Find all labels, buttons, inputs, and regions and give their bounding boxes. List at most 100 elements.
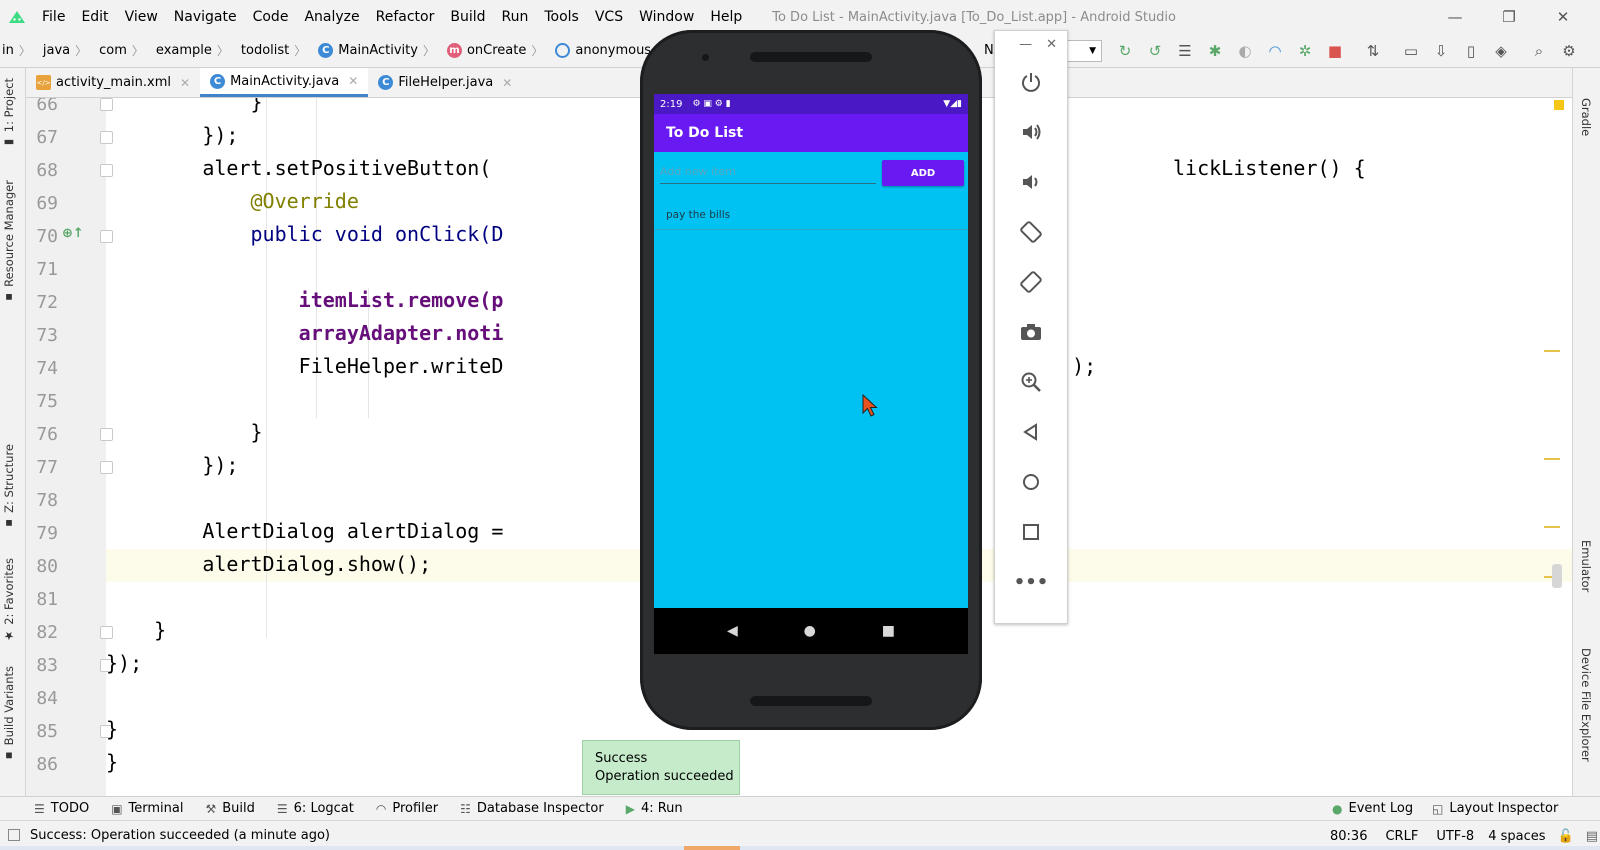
back-icon[interactable] [995,417,1067,447]
sync-project-icon[interactable]: ⇅ [1358,34,1388,68]
event-log-tool-window[interactable]: ● Event Log [1332,801,1413,816]
close-tab-icon[interactable]: ✕ [180,76,190,90]
menu-navigate[interactable]: Navigate [166,9,245,25]
emulator-tab[interactable]: Emulator [1579,540,1593,592]
menu-run[interactable]: Run [494,9,537,25]
file-encoding[interactable]: UTF-8 [1436,829,1474,844]
breadcrumb-separator-icon: 〉 [531,44,544,58]
profiler-tool-window[interactable]: ◠ Profiler [376,801,438,816]
inspection-status-icon[interactable] [1554,100,1564,110]
toggle-tool-windows-icon[interactable] [8,829,20,841]
memory-indicator-icon[interactable]: ▤ [1586,829,1598,844]
close-window-button[interactable]: ✕ [1536,0,1590,34]
tab-activity-main-xml[interactable]: </> activity_main.xml ✕ [26,68,200,97]
project-tab[interactable]: ▬ 1: Project [2,78,16,150]
line-separator[interactable]: CRLF [1385,829,1418,844]
layout-inspector-tool-window[interactable]: ◱ Layout Inspector [1432,801,1558,816]
breadcrumb-item-method[interactable]: m onCreate 〉 [441,42,549,59]
coverage-icon[interactable]: ◐ [1230,34,1260,68]
list-item[interactable]: pay the bills [654,200,968,230]
device-manager-icon[interactable]: ▯ [1456,34,1486,68]
resource-manager-tab[interactable]: ▪ Resource Manager [2,180,16,305]
favorites-tab[interactable]: ★ 2: Favorites [2,558,16,643]
breadcrumb-item[interactable]: java 〉 [37,42,93,59]
sdk-manager-icon[interactable]: ⇩ [1426,34,1456,68]
emulator-close-button[interactable]: ✕ [1046,37,1057,52]
android-overview-button[interactable]: ■ [882,623,895,639]
close-tab-icon[interactable]: ✕ [348,74,358,88]
apply-code-changes-icon[interactable]: ↺ [1140,34,1170,68]
search-icon[interactable]: ⌕ [1524,34,1554,68]
menu-window[interactable]: Window [631,9,702,25]
tab-main-activity-java[interactable]: C MainActivity.java ✕ [200,68,369,97]
breadcrumb-item[interactable]: in 〉 [0,42,37,59]
structure-label: Z: Structure [2,444,16,513]
status-message[interactable]: Success: Operation succeeded (a minute a… [30,828,330,843]
android-home-button[interactable]: ● [804,623,816,639]
rotate-left-icon[interactable] [995,217,1067,247]
minimize-button[interactable]: — [1428,0,1482,34]
success-notification[interactable]: Success Operation succeeded [582,740,740,795]
run-tool-window[interactable]: ▶ 4: Run [626,801,683,816]
rotate-right-icon[interactable] [995,267,1067,297]
window-title: To Do List - MainActivity.java [To_Do_Li… [772,9,1177,25]
tab-file-helper-java[interactable]: C FileHelper.java ✕ [368,68,522,97]
logcat-tool-window[interactable]: ☰ 6: Logcat [277,801,354,816]
volume-down-icon[interactable] [995,167,1067,197]
layout-validation-icon[interactable]: ◈ [1486,34,1516,68]
build-tool-window[interactable]: ⚒ Build [205,801,254,816]
lock-icon[interactable]: 🔓 [1558,829,1574,844]
run-list-icon[interactable]: ☰ [1170,34,1200,68]
phone-screen[interactable]: 2:19 ⚙ ▣ ⚙ ▮ ▼◢▮ To Do List ADD pay the … [654,94,968,654]
overview-icon[interactable] [995,517,1067,547]
indent-setting[interactable]: 4 spaces [1488,829,1545,844]
scroll-marker[interactable] [1544,458,1560,460]
menu-code[interactable]: Code [245,9,297,25]
breadcrumb-item-class[interactable]: C MainActivity 〉 [312,42,441,59]
menu-vcs[interactable]: VCS [587,9,631,25]
terminal-tool-window[interactable]: ▣ Terminal [111,801,183,816]
breadcrumb-item[interactable]: example 〉 [150,42,235,59]
emulator-minimize-button[interactable]: — [1019,37,1032,52]
gradle-tab[interactable]: Gradle [1579,98,1593,136]
zoom-icon[interactable] [995,367,1067,397]
add-button[interactable]: ADD [882,160,964,186]
menu-view[interactable]: View [117,9,166,25]
notification-title: Success [595,751,648,766]
android-back-button[interactable]: ◀ [727,623,738,639]
structure-tab[interactable]: ▪ Z: Structure [2,444,16,531]
attach-debugger-icon[interactable]: ✲ [1290,34,1320,68]
restore-button[interactable]: ❐ [1482,0,1536,34]
scroll-marker[interactable] [1544,350,1560,352]
debug-icon[interactable]: ✱ [1200,34,1230,68]
close-tab-icon[interactable]: ✕ [502,76,512,90]
menu-file[interactable]: File [34,9,73,25]
more-options-icon[interactable]: ••• [995,567,1067,597]
profile-icon[interactable]: ◠ [1260,34,1290,68]
menu-edit[interactable]: Edit [73,9,116,25]
override-marker-icon[interactable]: ⊕↑ [62,226,84,241]
home-icon[interactable] [995,467,1067,497]
database-inspector-tool-window[interactable]: ☷ Database Inspector [460,801,604,816]
breadcrumb-item[interactable]: todolist 〉 [235,42,312,59]
add-item-input[interactable] [660,160,876,184]
build-variants-tab[interactable]: ▪ Build Variants [2,666,16,763]
menu-tools[interactable]: Tools [536,9,587,25]
editor-scrollbar-thumb[interactable] [1552,564,1562,588]
menu-analyze[interactable]: Analyze [296,9,367,25]
power-icon[interactable] [995,67,1067,97]
apply-changes-restart-icon[interactable]: ↻ [1110,34,1140,68]
volume-up-icon[interactable] [995,117,1067,147]
camera-icon[interactable] [995,317,1067,347]
menu-refactor[interactable]: Refactor [368,9,443,25]
gear-icon[interactable]: ⚙ [1554,34,1584,68]
breadcrumb-item[interactable]: com 〉 [93,42,150,59]
device-file-explorer-tab[interactable]: Device File Explorer [1579,648,1593,762]
caret-position[interactable]: 80:36 [1330,829,1367,844]
todo-tool-window[interactable]: ☰ TODO [34,801,89,816]
menu-help[interactable]: Help [702,9,750,25]
scroll-marker[interactable] [1544,526,1560,528]
avd-manager-icon[interactable]: ▭ [1396,34,1426,68]
stop-icon[interactable]: ■ [1320,34,1350,68]
menu-build[interactable]: Build [442,9,493,25]
